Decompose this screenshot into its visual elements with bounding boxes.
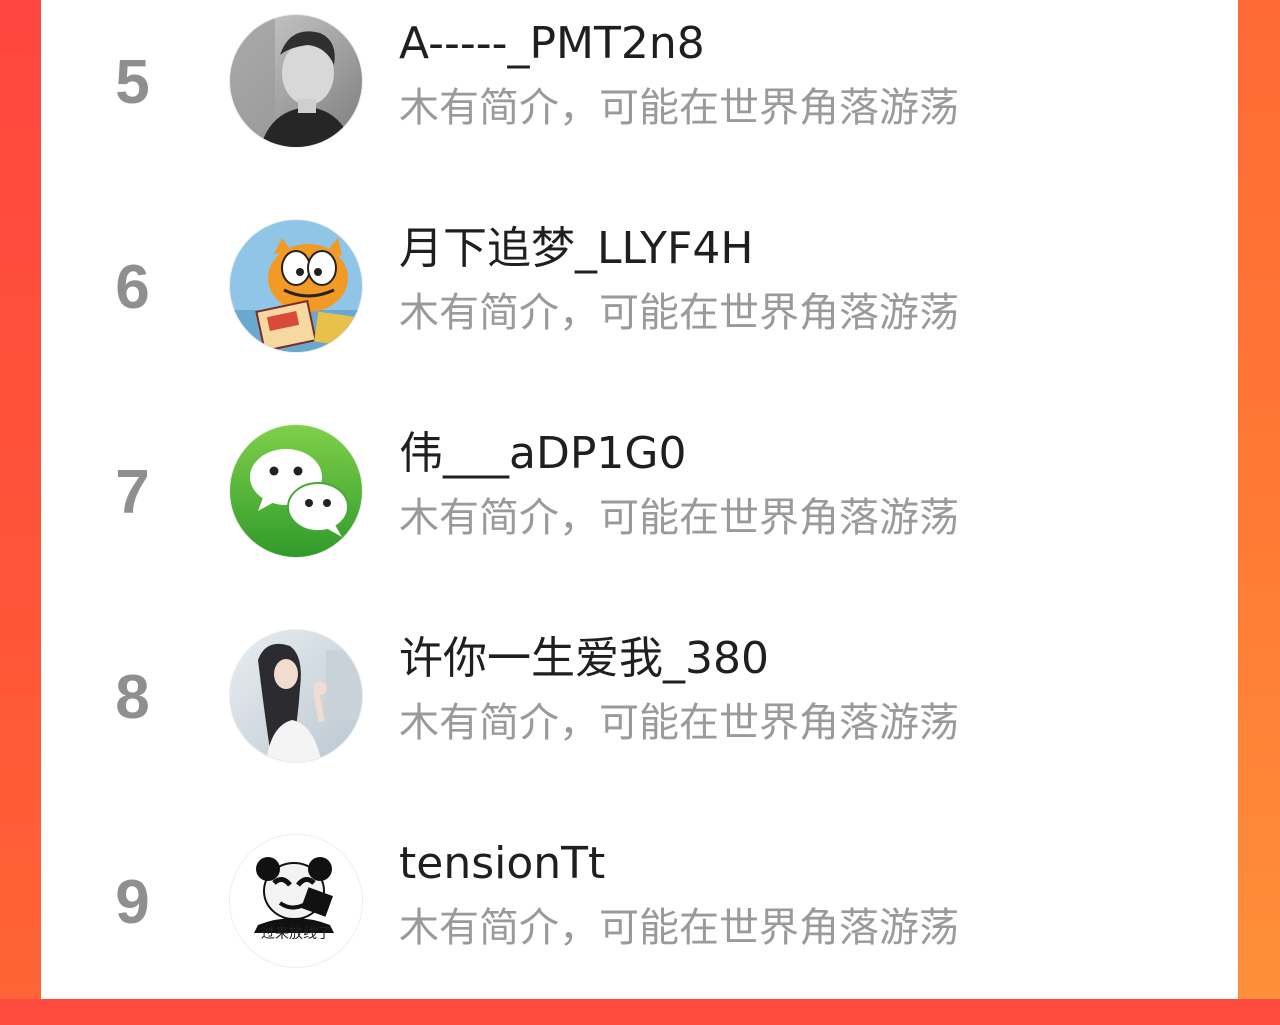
leaderboard-panel: 5 A-----_PMT2n8 木有简介，可能在世界角落游荡 6 月下追梦_LL… <box>41 0 1238 999</box>
user-name[interactable]: 伟___aDP1G0 <box>399 424 686 484</box>
user-bio: 木有简介，可能在世界角落游荡 <box>399 905 959 951</box>
wechat-logo-icon <box>230 425 362 557</box>
rank-number: 7 <box>115 458 150 527</box>
user-avatar[interactable] <box>229 219 363 353</box>
leaderboard-row[interactable]: 6 月下追梦_LLYF4H 木有简介，可能在世界角落游荡 <box>41 205 1238 410</box>
user-bio: 木有简介，可能在世界角落游荡 <box>399 290 959 336</box>
user-bio: 木有简介，可能在世界角落游荡 <box>399 700 959 746</box>
leaderboard-row[interactable]: 7 伟___aDP1G0 木有简介，可能在世界角落游荡 <box>41 410 1238 615</box>
girl-photo-icon <box>230 630 362 762</box>
rank-number: 8 <box>115 663 150 732</box>
leaderboard-row[interactable]: 9 过来放线了 tensionTt 木有简介，可能在世界角落游荡 <box>41 820 1238 1025</box>
background-left-edge <box>0 0 41 999</box>
user-avatar[interactable]: 过来放线了 <box>229 834 363 968</box>
user-name[interactable]: A-----_PMT2n8 <box>399 14 705 74</box>
leaderboard-row[interactable]: 5 A-----_PMT2n8 木有简介，可能在世界角落游荡 <box>41 0 1238 205</box>
garfield-cartoon-icon <box>230 220 362 352</box>
user-avatar[interactable] <box>229 629 363 763</box>
rank-number: 9 <box>115 868 150 937</box>
grayscale-man-photo-icon <box>230 15 362 147</box>
user-avatar[interactable] <box>229 14 363 148</box>
panda-meme-icon <box>230 835 362 967</box>
user-avatar[interactable] <box>229 424 363 558</box>
user-bio: 木有简介，可能在世界角落游荡 <box>399 495 959 541</box>
leaderboard-row[interactable]: 8 许你一生爱我_380 木有简介，可能在世界角落游荡 <box>41 615 1238 820</box>
rank-number: 5 <box>115 48 150 117</box>
avatar-caption: 过来放线了 <box>261 926 331 942</box>
rank-number: 6 <box>115 253 150 322</box>
user-name[interactable]: 许你一生爱我_380 <box>399 629 769 689</box>
background-right-edge <box>1238 0 1280 999</box>
user-bio: 木有简介，可能在世界角落游荡 <box>399 85 959 131</box>
user-name[interactable]: 月下追梦_LLYF4H <box>399 219 753 279</box>
user-name[interactable]: tensionTt <box>399 834 605 894</box>
